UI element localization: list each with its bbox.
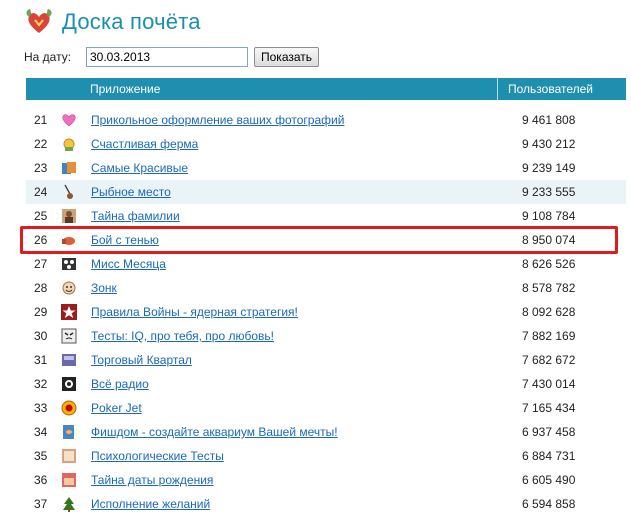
- table-row: 34 Фишдом - создайте аквариум Вашей мечты…: [26, 420, 626, 444]
- smiley-face-icon: [62, 281, 76, 295]
- table-row: 22 Счастливая ферма 9 430 212: [26, 132, 626, 156]
- app-link[interactable]: Самые Красивые: [91, 161, 188, 175]
- app-link[interactable]: Фишдом - создайте аквариум Вашей мечты!: [91, 425, 338, 439]
- table-row: 35 Психологические Тесты 6 884 731: [26, 444, 626, 468]
- boxing-glove-icon: [62, 237, 75, 245]
- row-users-count: 7 165 434: [522, 401, 576, 415]
- row-users-count: 7 882 169: [522, 329, 576, 343]
- pink-heart-icon: [62, 114, 76, 127]
- row-rank: 23: [34, 161, 48, 175]
- table-row: 32 Всё радио 7 430 014: [26, 372, 626, 396]
- beauty-cards-icon: [62, 162, 76, 174]
- row-rank: 35: [34, 449, 48, 463]
- app-link[interactable]: Зонк: [91, 281, 117, 295]
- column-header-users: Пользователей: [508, 82, 593, 96]
- table-row: 27 Мисс Месяца 8 626 526: [26, 252, 626, 276]
- row-rank: 33: [34, 401, 48, 415]
- row-users-count: 6 594 858: [522, 497, 576, 511]
- table-row: 26 Бой с тенью 8 950 074: [26, 228, 626, 252]
- row-rank: 36: [34, 473, 48, 487]
- row-rank: 32: [34, 377, 48, 391]
- table-row: 29 Правила Войны - ядерная стратегия! 8 09…: [26, 300, 626, 324]
- row-users-count: 9 461 808: [522, 113, 576, 127]
- table-row: 31 Торговый Квартал 7 682 672: [26, 348, 626, 372]
- row-rank: 26: [34, 233, 48, 247]
- date-label: На дату:: [24, 50, 72, 64]
- psych-test-icon: [62, 449, 76, 463]
- app-link[interactable]: Бой с тенью: [91, 233, 159, 247]
- portrait-icon: [62, 209, 76, 223]
- app-link[interactable]: Всё радио: [91, 377, 149, 391]
- page-title: Доска почёта: [62, 9, 201, 34]
- date-input[interactable]: [86, 47, 248, 67]
- table-row: 28 Зонк 8 578 782: [26, 276, 626, 300]
- column-header-app: Приложение: [90, 82, 161, 96]
- table-row: 30 Тесты: IQ, про тебя, про любовь! 7 882 …: [26, 324, 626, 348]
- app-link[interactable]: Счастливая ферма: [91, 137, 198, 151]
- app-link[interactable]: Психологические Тесты: [91, 449, 224, 463]
- row-users-count: 8 578 782: [522, 281, 576, 295]
- date-filter: На дату: Показать: [24, 47, 320, 67]
- column-divider: [497, 78, 498, 100]
- table-row: 33 Poker Jet 7 165 434: [26, 396, 626, 420]
- app-link[interactable]: Мисс Месяца: [91, 257, 166, 271]
- row-users-count: 6 605 490: [522, 473, 576, 487]
- table-row: 23 Самые Красивые 9 239 149: [26, 156, 626, 180]
- birthday-icon: [62, 473, 76, 487]
- row-rank: 25: [34, 209, 48, 223]
- fishing-rod-icon: [64, 184, 73, 199]
- table-row: 25 Тайна фамилии 9 108 784: [26, 204, 626, 228]
- farm-sun-icon: [63, 138, 75, 151]
- table-header: Приложение Пользователей: [26, 78, 626, 100]
- row-rank: 34: [34, 425, 48, 439]
- show-button[interactable]: Показать: [254, 47, 320, 67]
- table-row: 24 Рыбное место 9 233 555: [26, 180, 626, 204]
- row-rank: 37: [34, 497, 48, 511]
- table-row: 21 Прикольное оформление ваших фотографий…: [26, 108, 626, 132]
- page-header: Доска почёта: [24, 4, 201, 40]
- christmas-tree-icon: [63, 497, 75, 512]
- row-users-count: 6 884 731: [522, 449, 576, 463]
- row-users-count: 9 233 555: [522, 185, 576, 199]
- heart-emblem-icon: [26, 9, 52, 33]
- row-rank: 29: [34, 305, 48, 319]
- aquarium-fish-icon: [63, 425, 74, 439]
- app-link[interactable]: Рыбное место: [91, 185, 171, 199]
- row-users-count: 8 626 526: [522, 257, 576, 271]
- row-rank: 30: [34, 329, 48, 343]
- ranking-table: 21 Прикольное оформление ваших фотографий…: [26, 108, 626, 516]
- row-users-count: 7 682 672: [522, 353, 576, 367]
- app-link[interactable]: Poker Jet: [91, 401, 142, 415]
- app-link[interactable]: Торговый Квартал: [91, 353, 192, 367]
- row-users-count: 6 937 458: [522, 425, 576, 439]
- row-rank: 31: [34, 353, 48, 367]
- table-row: 36 Тайна даты рождения 6 605 490: [26, 468, 626, 492]
- app-link[interactable]: Тайна даты рождения: [91, 473, 213, 487]
- row-users-count: 9 430 212: [522, 137, 576, 151]
- app-link[interactable]: Тайна фамилии: [91, 209, 180, 223]
- radio-icon: [62, 377, 76, 391]
- poker-chip-icon: [61, 400, 77, 416]
- row-users-count: 8 950 074: [522, 233, 576, 247]
- table-row: 37 Исполнение желаний 6 594 858: [26, 492, 626, 516]
- quiz-mask-icon: [61, 328, 77, 344]
- app-link[interactable]: Прикольное оформление ваших фотографий: [91, 113, 344, 127]
- app-link[interactable]: Исполнение желаний: [91, 497, 210, 511]
- red-star-icon: [61, 304, 77, 320]
- soccer-ball-icon: [62, 258, 76, 270]
- market-stall-icon: [62, 354, 76, 366]
- row-users-count: 7 430 014: [522, 377, 576, 391]
- row-users-count: 9 239 149: [522, 161, 576, 175]
- row-rank: 21: [34, 113, 48, 127]
- app-link[interactable]: Тесты: IQ, про тебя, про любовь!: [91, 329, 274, 343]
- row-rank: 28: [34, 281, 48, 295]
- row-users-count: 9 108 784: [522, 209, 576, 223]
- row-rank: 24: [34, 185, 48, 199]
- row-rank: 27: [34, 257, 48, 271]
- row-rank: 22: [34, 137, 48, 151]
- app-link[interactable]: Правила Войны - ядерная стратегия!: [91, 305, 298, 319]
- row-users-count: 8 092 628: [522, 305, 576, 319]
